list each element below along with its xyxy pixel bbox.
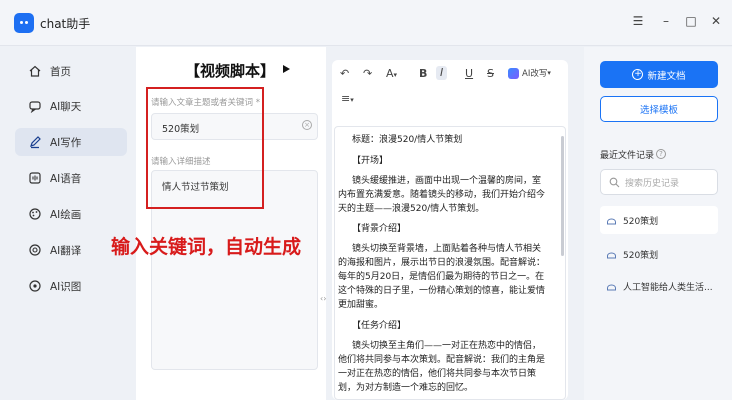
- sidebar-item-label: 首页: [50, 65, 71, 78]
- sidebar-item-label: AI写作: [50, 136, 82, 149]
- app-logo-icon: [14, 13, 34, 33]
- search-icon: [609, 177, 620, 187]
- help-icon[interactable]: ?: [656, 149, 666, 159]
- chevron-down-icon: ▾: [350, 96, 354, 104]
- font-color-button[interactable]: A▾: [386, 67, 397, 82]
- title-bar: chat助手 ☰ – □ ✕: [0, 0, 732, 46]
- document-icon: [607, 252, 616, 258]
- doc-line: 天的主题——浪漫520/情人节策划。: [338, 204, 485, 214]
- sidebar-item-ai-chat[interactable]: AI聊天: [15, 92, 127, 120]
- recent-item[interactable]: 人工智能给人类生活...: [600, 272, 718, 300]
- ai-rewrite-icon: [508, 67, 519, 79]
- italic-button[interactable]: I: [436, 66, 448, 80]
- editor-toolbar: ↶ ↷ A▾ B I U S AI改写 ▾ ≡▾: [332, 60, 568, 114]
- minimize-button[interactable]: –: [659, 14, 673, 28]
- collapse-handle-icon[interactable]: ‹›: [320, 294, 326, 303]
- translate-icon: [28, 243, 42, 257]
- app-title: chat助手: [40, 17, 91, 31]
- new-document-button[interactable]: + 新建文档: [600, 61, 718, 88]
- doc-line: 这个特殊的日子里，一份精心策划的惊喜，能让爱情: [338, 286, 546, 296]
- doc-line: 更加甜蜜。: [338, 300, 384, 310]
- recent-item[interactable]: 520策划: [600, 206, 718, 234]
- bold-button[interactable]: B: [419, 67, 427, 81]
- sidebar-item-home[interactable]: 首页: [15, 57, 127, 85]
- chevron-down-icon: ▾: [547, 69, 551, 77]
- sidebar-item-label: AI聊天: [50, 100, 82, 113]
- sidebar-item-label: AI绘画: [50, 208, 82, 221]
- recent-item-label: 520策划: [623, 216, 659, 227]
- close-button[interactable]: ✕: [709, 14, 723, 28]
- sidebar-item-label: AI语音: [50, 172, 82, 185]
- list-icon: ≡: [341, 92, 351, 105]
- ai-rewrite-label: AI改写: [522, 69, 548, 79]
- sidebar-item-ai-paint[interactable]: AI绘画: [15, 200, 127, 228]
- recent-item[interactable]: 520策划: [600, 240, 718, 268]
- doc-line: 的海报和图片，展示出节日的浪漫氛围。配音解说：: [338, 258, 546, 268]
- pen-icon: [28, 135, 42, 149]
- doc-line: 【任务介绍】: [352, 321, 407, 331]
- sidebar-item-label: AI翻译: [50, 244, 82, 257]
- highlight-box: [146, 87, 264, 209]
- maximize-button[interactable]: □: [684, 14, 698, 28]
- document-icon: [607, 284, 616, 290]
- doc-line: 镜头切换至背景墙，上面贴着各种与情人节相关: [352, 244, 542, 254]
- list-button[interactable]: ≡▾: [341, 92, 354, 107]
- ai-rewrite-button[interactable]: AI改写 ▾: [508, 67, 551, 79]
- doc-line: 镜头缓缓推进，画面中出现一个温馨的房间，室: [352, 176, 542, 186]
- doc-line: 划，为对方制造一个难忘的回忆。: [338, 383, 474, 393]
- doc-line: 【开场】: [352, 156, 389, 166]
- menu-icon[interactable]: ☰: [631, 14, 645, 28]
- redo-button[interactable]: ↷: [363, 67, 372, 81]
- plus-icon: +: [632, 69, 644, 80]
- recent-item-label: 520策划: [623, 250, 659, 261]
- home-icon: [28, 64, 42, 78]
- sidebar-item-label: AI识图: [50, 280, 82, 293]
- font-color-label: A: [386, 67, 394, 80]
- undo-button[interactable]: ↶: [340, 67, 349, 81]
- search-placeholder: 搜索历史记录: [625, 178, 680, 189]
- sidebar-item-ai-voice[interactable]: AI语音: [15, 164, 127, 192]
- doc-line: 镜头切换至主角们——一对正在热恋中的情侣，: [352, 341, 542, 351]
- chat-icon: [28, 99, 42, 113]
- underline-button[interactable]: U: [465, 67, 473, 81]
- voice-icon: [28, 171, 42, 185]
- annotation-text: 输入关键词，自动生成: [111, 236, 302, 258]
- chevron-down-icon: ▾: [393, 71, 398, 79]
- form-title: 【视频脚本】: [185, 62, 276, 80]
- doc-line: 【背景介绍】: [352, 224, 407, 234]
- sidebar-item-ai-image[interactable]: AI识图: [15, 272, 127, 300]
- choose-template-button[interactable]: 选择模板: [600, 96, 718, 122]
- doc-line: 标题：浪漫520/情人节策划: [352, 135, 463, 145]
- recent-files-title: 最近文件记录: [600, 151, 655, 161]
- play-icon[interactable]: [283, 65, 290, 73]
- editor-scrollbar[interactable]: [561, 136, 564, 256]
- history-search-input[interactable]: 搜索历史记录: [600, 169, 718, 195]
- image-icon: [28, 279, 42, 293]
- doc-line: 每年的5月20日，是情侣们最为期待的节日之一。在: [338, 272, 545, 282]
- document-icon: [607, 218, 616, 224]
- new-document-label: 新建文档: [647, 70, 686, 82]
- recent-item-label: 人工智能给人类生活...: [623, 282, 713, 293]
- paint-icon: [28, 207, 42, 221]
- doc-line: 一对正在热恋的情侣，他们将共同参与本次节日策: [338, 369, 537, 379]
- sidebar-item-ai-writing[interactable]: AI写作: [15, 128, 127, 156]
- strikethrough-button[interactable]: S: [487, 67, 494, 81]
- doc-line: 内布置充满爱意。随着镜头的移动，我们开始介绍今: [338, 190, 546, 200]
- doc-line: 他们将共同参与本次策划。配音解说：我们的主角是: [338, 355, 546, 365]
- clear-icon[interactable]: ×: [302, 120, 312, 130]
